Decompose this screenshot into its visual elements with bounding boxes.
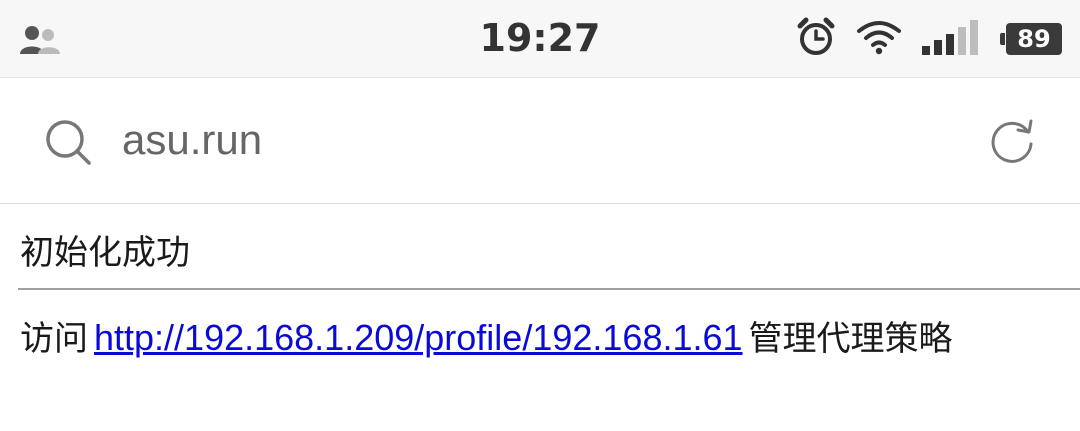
- signal-icon: [922, 19, 980, 59]
- refresh-icon[interactable]: [988, 118, 1036, 166]
- profile-link[interactable]: http://192.168.1.209/profile/192.168.1.6…: [94, 317, 743, 358]
- url-text[interactable]: asu.run: [122, 116, 262, 164]
- status-icons: 89: [796, 17, 1062, 61]
- search-icon[interactable]: [44, 118, 92, 166]
- alarm-icon: [796, 17, 836, 61]
- divider: [18, 288, 1080, 290]
- status-bar: 19:27 89: [0, 0, 1080, 78]
- battery-level: 89: [1017, 25, 1051, 53]
- status-message: 初始化成功: [20, 233, 190, 273]
- visit-prefix: 访问: [20, 319, 88, 359]
- address-bar[interactable]: asu.run: [0, 78, 1080, 204]
- wifi-icon: [856, 19, 902, 59]
- battery-icon: 89: [1000, 23, 1062, 55]
- visit-instruction: 访问 http://192.168.1.209/profile/192.168.1…: [20, 311, 953, 360]
- visit-suffix: 管理代理策略: [748, 319, 953, 359]
